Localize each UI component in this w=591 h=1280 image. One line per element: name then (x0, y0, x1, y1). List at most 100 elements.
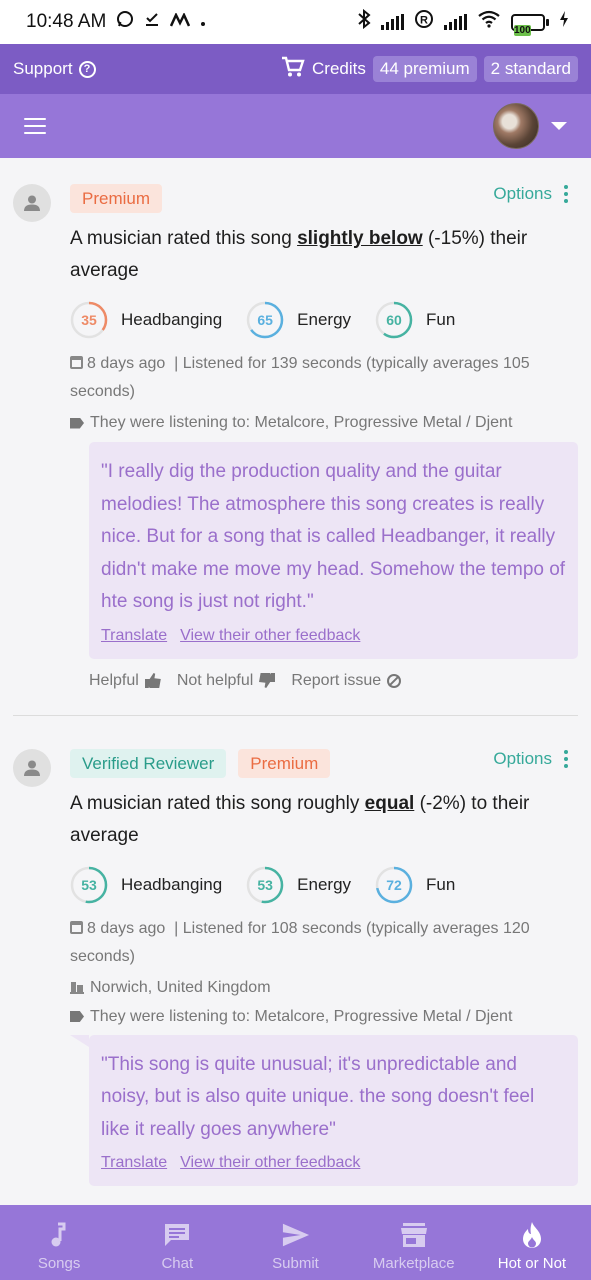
rating-text: A musician rated this song roughly equal… (70, 788, 578, 852)
standard-credits-chip[interactable]: 2 standard (483, 56, 578, 82)
verified-reviewer-badge: Verified Reviewer (70, 748, 227, 778)
report-label: Report issue (291, 671, 382, 689)
score-fun: 72 Fun (375, 866, 455, 904)
premium-badge: Premium (70, 184, 163, 213)
block-icon (387, 673, 402, 688)
listen-meta: 8 days ago | Listened for 108 seconds (t… (70, 915, 578, 971)
translate-link[interactable]: Translate (101, 1152, 167, 1174)
helpful-button[interactable]: Helpful (89, 672, 161, 690)
other-feedback-link[interactable]: View their other feedback (180, 625, 360, 647)
chat-icon (163, 1221, 191, 1249)
score-label: Fun (426, 874, 456, 894)
quote-text: "This song is quite unusual; it's unpred… (101, 1053, 535, 1140)
score-value: 53 (81, 876, 97, 893)
options-label: Options (493, 184, 552, 203)
feedback-quote: "I really dig the production quality and… (89, 442, 578, 659)
nav-marketplace[interactable]: Marketplace (355, 1205, 473, 1280)
rating-emphasis: equal (364, 792, 415, 814)
bottom-navigation: Songs Chat Submit Marketplace Hot or Not (0, 1205, 591, 1280)
charging-icon (559, 10, 569, 34)
label-icon (70, 417, 84, 429)
options-button[interactable]: Options (493, 184, 568, 204)
feedback-quote: "This song is quite unusual; it's unpred… (70, 1034, 578, 1186)
score-value: 53 (257, 876, 273, 893)
score-value: 35 (81, 312, 97, 328)
score-ring: 35 (70, 301, 108, 339)
clock: 10:48 AM (26, 11, 107, 32)
not-helpful-button[interactable]: Not helpful (177, 672, 276, 690)
send-icon (282, 1221, 310, 1249)
other-feedback-link[interactable]: View their other feedback (180, 1152, 360, 1174)
battery-level: 100 (514, 24, 531, 36)
listen-meta: 8 days ago | Listened for 139 seconds (t… (70, 350, 578, 406)
music-note-icon (45, 1221, 73, 1249)
score-row: 53 Headbanging 53 Energy 72 Fun (70, 866, 578, 904)
support-link[interactable]: Support ? (13, 59, 96, 79)
label-icon (70, 1011, 84, 1022)
score-ring: 72 (375, 866, 413, 904)
translate-link[interactable]: Translate (101, 625, 167, 647)
location-text: Norwich, United Kingdom (90, 978, 271, 996)
rating-text: A musician rated this song slightly belo… (70, 223, 578, 287)
nav-submit[interactable]: Submit (236, 1205, 354, 1280)
cell-signal-icon (381, 14, 404, 30)
options-button[interactable]: Options (493, 749, 568, 769)
bluetooth-icon (357, 8, 371, 35)
avatar[interactable] (493, 103, 539, 149)
score-ring: 60 (375, 301, 413, 339)
nav-label: Submit (272, 1255, 319, 1272)
wifi-icon (477, 10, 501, 34)
premium-credits-chip[interactable]: 44 premium (372, 56, 477, 82)
calendar-icon (70, 356, 83, 369)
nav-label: Chat (161, 1255, 194, 1272)
credits[interactable]: Credits 44 premium 2 standard (281, 56, 578, 83)
user-icon (13, 748, 51, 787)
calendar-icon (70, 920, 83, 934)
feedback-list: Options Premium A musician rated this so… (0, 158, 591, 1186)
not-helpful-label: Not helpful (176, 671, 254, 689)
report-issue-button[interactable]: Report issue (291, 671, 402, 690)
nav-songs[interactable]: Songs (0, 1205, 118, 1280)
thumb-up-icon (144, 673, 161, 688)
score-ring: 53 (246, 866, 284, 904)
feedback-date: 8 days ago (87, 355, 166, 372)
thumb-down-icon (259, 673, 275, 688)
nav-label: Hot or Not (497, 1255, 567, 1272)
chevron-down-icon[interactable] (551, 122, 567, 130)
menu-icon[interactable] (24, 118, 46, 134)
cell-signal-2-icon (444, 14, 467, 30)
genres-text: They were listening to: Metalcore, Progr… (90, 1007, 513, 1025)
help-icon: ? (78, 60, 96, 78)
feedback-date: 8 days ago (87, 919, 166, 937)
credits-bar: Support ? Credits 44 premium 2 standard (0, 44, 591, 94)
more-vert-icon (564, 185, 568, 203)
score-row: 35 Headbanging 65 Energy 60 Fun (70, 301, 578, 339)
genres-line: They were listening to: Metalcore, Progr… (70, 1008, 578, 1026)
score-headbanging: 53 Headbanging (70, 866, 222, 904)
score-label: Fun (426, 310, 456, 329)
score-label: Energy (297, 874, 352, 894)
nav-label: Songs (37, 1255, 81, 1272)
flame-icon (518, 1221, 546, 1249)
score-value: 60 (386, 312, 402, 328)
genres-line: They were listening to: Metalcore, Progr… (70, 414, 578, 432)
nav-hot-or-not[interactable]: Hot or Not (473, 1205, 591, 1280)
download-done-icon (144, 11, 160, 33)
cart-icon (281, 56, 305, 83)
nav-chat[interactable]: Chat (118, 1205, 236, 1280)
score-headbanging: 35 Headbanging (70, 301, 222, 339)
feedback-actions: Helpful Not helpful Report issue (89, 672, 578, 715)
app-bar (0, 94, 591, 158)
score-energy: 65 Energy (246, 301, 351, 339)
user-icon (13, 184, 51, 222)
score-value: 72 (386, 876, 402, 893)
rating-prefix: A musician rated this song roughly (70, 792, 365, 814)
score-label: Headbanging (121, 310, 223, 329)
more-vert-icon (564, 749, 568, 768)
score-label: Headbanging (121, 874, 223, 894)
premium-badge: Premium (238, 748, 331, 778)
score-ring: 65 (246, 301, 284, 339)
account-menu[interactable] (493, 103, 567, 149)
battery-icon: 100 (511, 13, 549, 36)
feedback-card: Options Premium A musician rated this so… (13, 158, 578, 715)
